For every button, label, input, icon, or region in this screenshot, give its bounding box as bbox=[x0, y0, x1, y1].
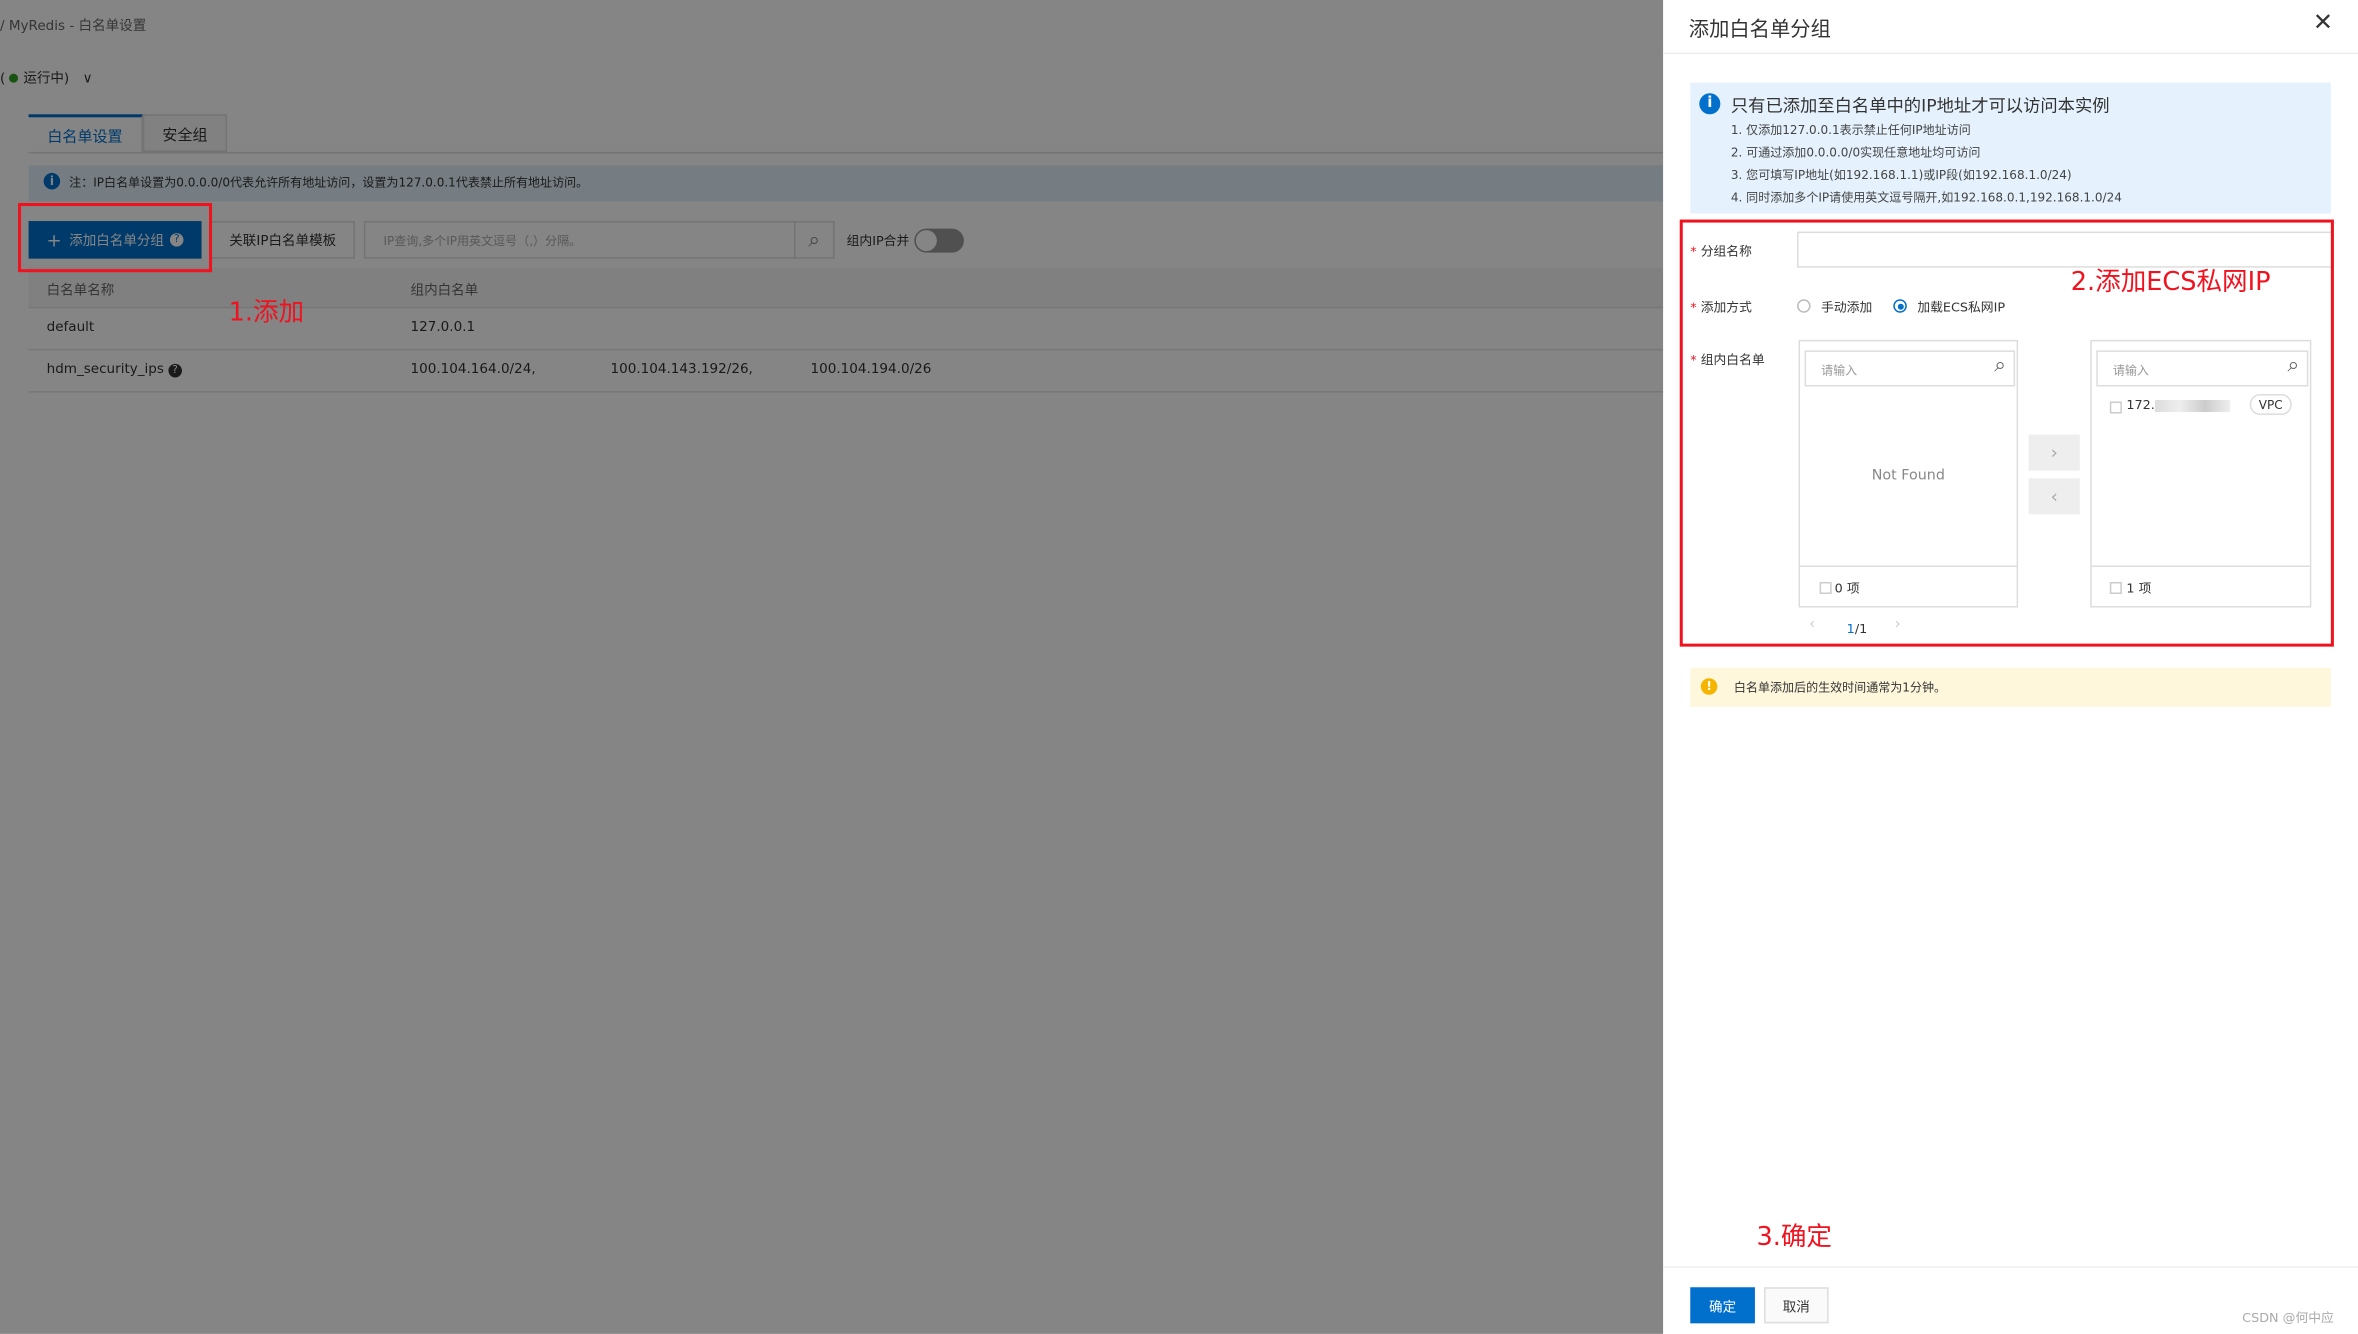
drawer-title: 添加白名单分组 bbox=[1688, 18, 1831, 43]
info-title: 只有已添加至白名单中的IP地址才可以访问本实例 bbox=[1730, 94, 2110, 116]
cancel-button[interactable]: 取消 bbox=[1763, 1287, 1829, 1324]
info-item: 4. 同时添加多个IP请使用英文逗号隔开,如192.168.0.1,192.16… bbox=[1730, 190, 2122, 205]
add-whitelist-drawer: 添加白名单分组 ✕ i 只有已添加至白名单中的IP地址才可以访问本实例 1. 仅… bbox=[1663, 0, 2358, 1334]
warning-icon: ! bbox=[1700, 678, 1718, 695]
watermark: CSDN @何中应 bbox=[2242, 1311, 2334, 1327]
annotation-step-3: 3.确定 bbox=[1756, 1222, 1832, 1253]
annotation-step-1: 1.添加 bbox=[228, 297, 305, 328]
info-box: i 只有已添加至白名单中的IP地址才可以访问本实例 1. 仅添加127.0.0.… bbox=[1690, 82, 2331, 214]
footer-divider bbox=[1663, 1266, 2358, 1268]
info-item: 2. 可通过添加0.0.0.0/0实现任意地址均可访问 bbox=[1730, 145, 1981, 160]
warning-text: 白名单添加后的生效时间通常为1分钟。 bbox=[1733, 681, 1947, 695]
confirm-button[interactable]: 确定 bbox=[1690, 1287, 1755, 1324]
info-icon: i bbox=[1699, 93, 1721, 115]
warning-box: ! 白名单添加后的生效时间通常为1分钟。 bbox=[1690, 667, 2331, 707]
info-item: 1. 仅添加127.0.0.1表示禁止任何IP地址访问 bbox=[1730, 123, 1971, 137]
highlight-box bbox=[18, 203, 213, 273]
modal-overlay[interactable] bbox=[0, 0, 1664, 1334]
close-icon[interactable]: ✕ bbox=[2313, 8, 2333, 37]
header-divider bbox=[1663, 52, 2358, 55]
info-item: 3. 您可填写IP地址(如192.168.1.1)或IP段(如192.168.1… bbox=[1730, 168, 2072, 182]
highlight-box bbox=[1679, 219, 2334, 647]
